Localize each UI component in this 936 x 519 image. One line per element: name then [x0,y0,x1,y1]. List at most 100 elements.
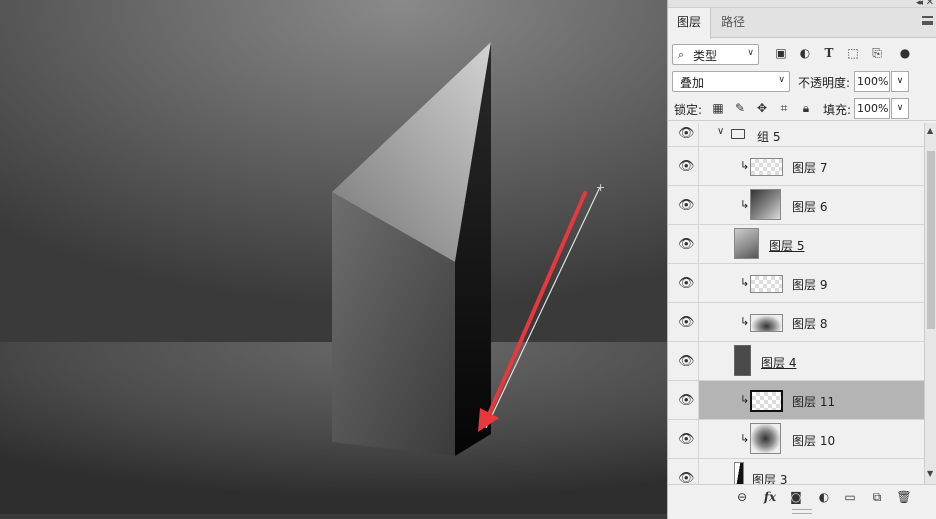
fill-label: 填充: [823,103,852,117]
layer-name[interactable]: 图层 8 [792,315,827,332]
scroll-up-icon[interactable]: ▲ [927,126,933,135]
visibility-cell[interactable]: 👁︎ [668,264,699,302]
eye-icon[interactable]: 👁︎ [678,276,695,291]
visibility-cell[interactable]: 👁︎ [668,342,699,380]
eye-icon[interactable]: 👁︎ [678,126,695,141]
chevron-down-icon[interactable]: ∨ [717,126,724,137]
eye-icon[interactable]: 👁︎ [678,237,695,252]
lock-all-icon[interactable]: 🔒︎ [799,101,813,115]
panel-menu-icon[interactable] [922,16,933,25]
layer-row[interactable]: 👁︎ ↳ 图层 6 [668,186,924,225]
layer-name[interactable]: 图层 10 [792,432,835,449]
eye-icon[interactable]: 👁︎ [678,393,695,408]
clip-arrow-icon: ↳ [740,315,750,328]
filter-kind-label: 类型 [693,49,718,63]
layer-name[interactable]: 图层 3 [752,471,787,484]
layer-row-group[interactable]: 👁︎ ∨ 组 5 [668,123,924,147]
image-filter-icon[interactable]: ▣ [774,46,788,60]
eye-icon[interactable]: 👁︎ [678,198,695,213]
layer-row[interactable]: 👁︎ 图层 4 [668,342,924,381]
eye-icon[interactable]: 👁︎ [678,315,695,330]
panel-bottom-bar: ⊖ fx ◙ ◐ ▭ ⧉ 🗑︎ [668,484,936,508]
layer-row[interactable]: 👁︎ ↳ 图层 9 [668,264,924,303]
eye-icon[interactable]: 👁︎ [678,471,695,484]
visibility-cell[interactable]: 👁︎ [668,303,699,341]
layer-name[interactable]: 图层 11 [792,393,835,410]
blend-row: 叠加 ∨ 不透明度: 100% ∨ [668,70,936,94]
filter-kind-select[interactable]: ⌕ 类型 ∨ [672,44,759,65]
shape-filter-icon[interactable]: ⬚ [846,46,860,60]
resize-grip[interactable] [792,509,812,514]
layers-panel: ◂◂ ✕ 图层 路径 ⌕ 类型 ∨ ▣ ◐ T ⬚ ⎘ ● 叠加 ∨ 不透明度:… [667,0,936,519]
layer-thumbnail [734,228,759,259]
layer-name[interactable]: 图层 9 [792,276,827,293]
close-icon[interactable]: ✕ [926,0,934,8]
layer-row[interactable]: 👁︎ ↳ 图层 7 [668,147,924,186]
opacity-dropdown-button[interactable]: ∨ [891,71,909,92]
clip-arrow-icon: ↳ [740,159,750,172]
collapse-icon[interactable]: ◂◂ [916,0,923,8]
visibility-cell[interactable]: 👁︎ [668,225,699,263]
panel-tabs: 图层 路径 [668,8,936,39]
lock-artboard-icon[interactable]: ⌗ [777,101,791,115]
scroll-thumb[interactable] [927,151,935,329]
blend-mode-select[interactable]: 叠加 ∨ [672,71,790,92]
layer-thumbnail [750,314,783,332]
adjustment-filter-icon[interactable]: ◐ [798,46,812,60]
layer-name[interactable]: 图层 5 [769,237,804,254]
visibility-cell[interactable]: 👁︎ [668,381,699,419]
visibility-cell[interactable]: 👁︎ [668,459,699,484]
visibility-cell[interactable]: 👁︎ [668,186,699,224]
adjustment-icon[interactable]: ◐ [816,489,832,505]
lock-row: 锁定: ▦ ✎ ✥ ⌗ 🔒︎ 填充: 100% ∨ [668,97,936,121]
document-canvas[interactable]: + [0,0,667,516]
fx-icon[interactable]: fx [762,489,778,505]
opacity-input[interactable]: 100% [854,71,890,92]
layer-row[interactable]: 👁︎ 图层 3 [668,459,924,484]
layer-thumbnail [734,462,744,484]
trash-icon[interactable]: 🗑︎ [896,489,912,505]
crosshair-icon: + [596,181,605,194]
tab-paths[interactable]: 路径 [712,8,754,38]
layer-thumbnail [734,345,751,376]
visibility-cell[interactable]: 👁︎ [668,147,699,185]
tab-layers[interactable]: 图层 [668,8,712,39]
clip-arrow-icon: ↳ [740,276,750,289]
visibility-cell[interactable]: 👁︎ [668,420,699,458]
filter-row: ⌕ 类型 ∨ ▣ ◐ T ⬚ ⎘ ● [668,42,936,66]
smart-object-filter-icon[interactable]: ⎘ [870,46,884,60]
layer-row-selected[interactable]: 👁︎ ↳ 图层 11 [668,381,924,420]
link-icon[interactable]: ⊖ [734,489,750,505]
layer-row[interactable]: 👁︎ 图层 5 [668,225,924,264]
fill-dropdown-button[interactable]: ∨ [891,98,909,119]
eye-icon[interactable]: 👁︎ [678,354,695,369]
layer-name[interactable]: 图层 6 [792,198,827,215]
folder-icon [731,129,745,139]
lock-brush-icon[interactable]: ✎ [733,101,747,115]
new-layer-icon[interactable]: ⧉ [869,489,885,505]
mask-icon[interactable]: ◙ [788,489,804,505]
layers-scrollbar[interactable]: ▲ ▼ [924,123,936,484]
layer-name[interactable]: 组 5 [757,128,780,145]
eye-icon[interactable]: 👁︎ [678,159,695,174]
eye-icon[interactable]: 👁︎ [678,432,695,447]
filter-toggle-icon[interactable]: ● [898,46,912,60]
folder-icon[interactable]: ▭ [842,489,858,505]
layer-thumbnail [750,158,783,176]
photoshop-window: + ◂◂ ✕ 图层 路径 ⌕ 类型 ∨ ▣ ◐ T ⬚ ⎘ ● 叠加 ∨ 不透明… [0,0,936,519]
lock-move-icon[interactable]: ✥ [755,101,769,115]
layer-row[interactable]: 👁︎ ↳ 图层 8 [668,303,924,342]
clip-arrow-icon: ↳ [740,432,750,445]
layer-name[interactable]: 图层 4 [761,354,796,371]
fill-input[interactable]: 100% [854,98,890,119]
lock-transparency-icon[interactable]: ▦ [711,101,725,115]
layer-thumbnail [750,390,783,412]
canvas-artwork: + [0,0,667,516]
scroll-down-icon[interactable]: ▼ [927,469,933,478]
visibility-cell[interactable]: 👁︎ [668,123,699,146]
layer-name[interactable]: 图层 7 [792,159,827,176]
layer-thumbnail [750,189,781,220]
layers-list: 👁︎ ∨ 组 5 👁︎ ↳ 图层 7 👁︎ ↳ 图层 6 👁︎ 图层 5 👁︎ … [668,123,924,484]
layer-row[interactable]: 👁︎ ↳ 图层 10 [668,420,924,459]
type-filter-icon[interactable]: T [822,46,836,60]
